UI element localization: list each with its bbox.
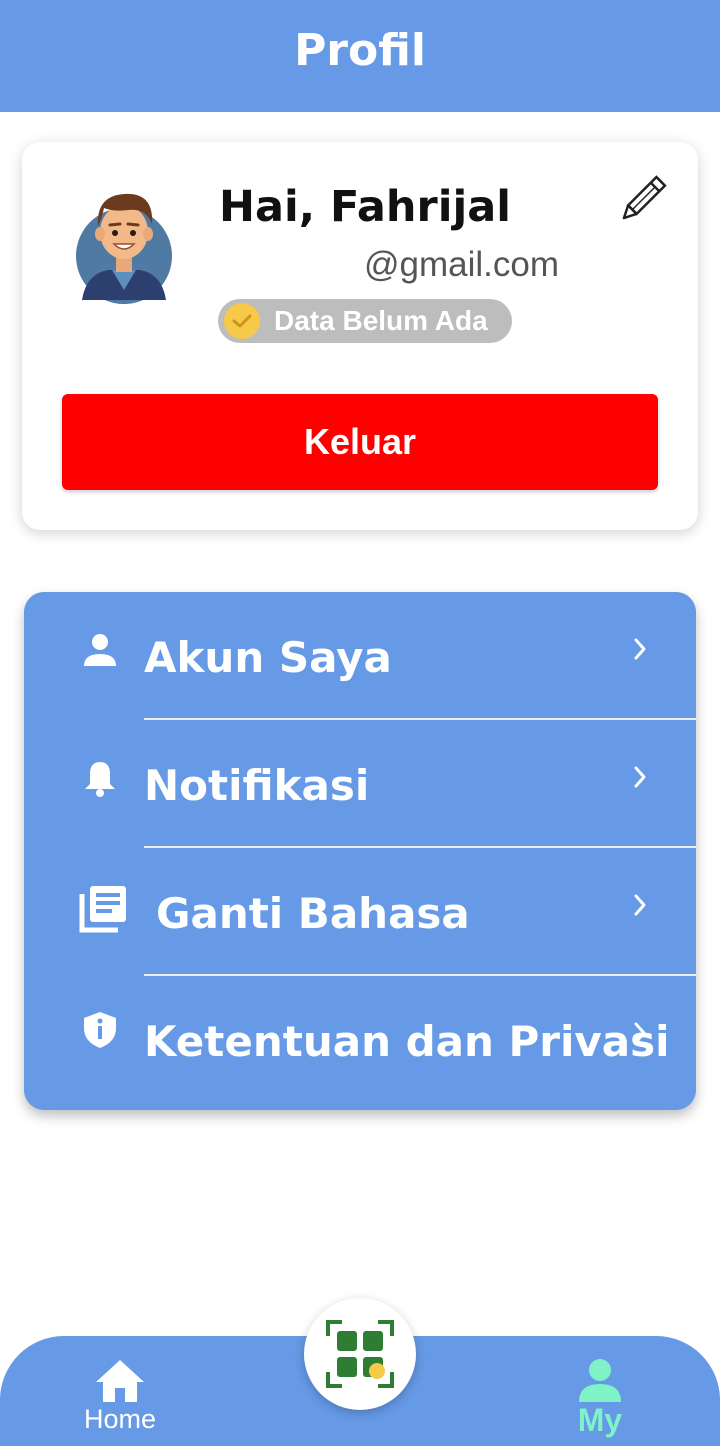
greeting-text: Hai, Fahrijal: [219, 182, 511, 232]
settings-menu: Akun Saya Notifikasi Ganti Bahasa Ketent…: [24, 592, 696, 1110]
menu-item-ketentuan-privasi[interactable]: Ketentuan dan Privasi: [24, 976, 696, 1104]
pencil-icon: [622, 175, 667, 220]
menu-item-label: Ganti Bahasa: [156, 889, 470, 938]
nav-my[interactable]: My: [560, 1356, 640, 1440]
chevron-right-icon: [634, 1022, 646, 1044]
nav-home-label: Home: [83, 1404, 157, 1434]
page-title: Profil: [294, 24, 426, 76]
status-badge: Data Belum Ada: [218, 299, 512, 343]
nav-home[interactable]: Home: [74, 1358, 166, 1438]
menu-item-notifikasi[interactable]: Notifikasi: [24, 720, 696, 848]
logout-button[interactable]: Keluar: [62, 394, 658, 490]
menu-item-akun-saya[interactable]: Akun Saya: [24, 592, 696, 720]
status-badge-label: Data Belum Ada: [274, 305, 488, 336]
nav-my-label: My: [577, 1402, 623, 1438]
profile-card: Hai, Fahrijal @gmail.com Data Belum Ada …: [22, 142, 698, 530]
edit-profile-button[interactable]: [616, 172, 670, 226]
menu-item-label: Notifikasi: [144, 761, 370, 810]
app-root: Profil Hai, Fahrijal @gmail.com Data Bel…: [0, 0, 720, 1446]
avatar: [74, 178, 174, 308]
shield-info-icon: [84, 1012, 116, 1048]
chevron-right-icon: [634, 766, 646, 788]
chevron-right-icon: [634, 638, 646, 660]
app-header: Profil: [0, 0, 720, 112]
qr-scan-icon: [326, 1320, 394, 1388]
home-icon: [96, 1360, 144, 1402]
bell-icon: [85, 762, 115, 797]
person-icon: [579, 1359, 621, 1402]
check-circle-icon: [224, 303, 260, 339]
library-books-icon: [79, 886, 126, 933]
menu-item-label: Ketentuan dan Privasi: [144, 1017, 670, 1066]
menu-item-label: Akun Saya: [144, 633, 392, 682]
email-text: @gmail.com: [364, 245, 560, 284]
person-icon: [84, 634, 116, 666]
chevron-right-icon: [634, 894, 646, 916]
menu-item-ganti-bahasa[interactable]: Ganti Bahasa: [24, 848, 696, 976]
scan-button[interactable]: [304, 1298, 416, 1410]
